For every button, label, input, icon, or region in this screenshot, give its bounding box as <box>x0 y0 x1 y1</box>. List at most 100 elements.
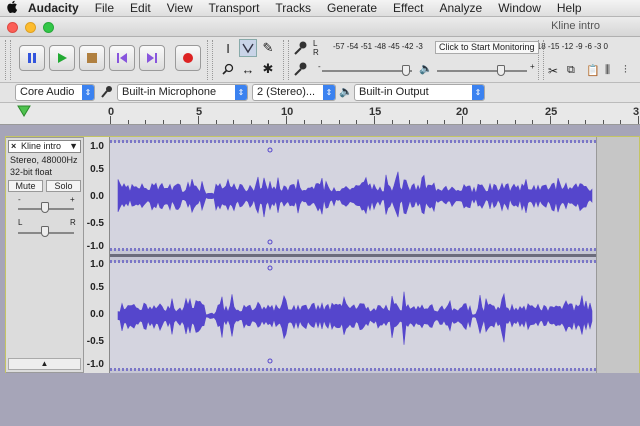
gain-plus-label: + <box>70 195 75 204</box>
amp-label-bottom-neg1: -1.0 <box>86 359 104 370</box>
waveform-area[interactable] <box>110 137 596 374</box>
right-channel[interactable] <box>110 257 596 374</box>
input-channels-select[interactable]: 2 (Stereo)... ⇕ <box>252 84 336 101</box>
playback-meter-icon[interactable] <box>293 61 309 80</box>
close-window-button[interactable] <box>7 22 18 33</box>
transport-toolbar-grip[interactable] <box>5 40 11 80</box>
chevron-updown-icon: ⇕ <box>82 85 94 100</box>
timeline-ruler[interactable]: 0 5 10 15 20 25 3 <box>0 103 640 125</box>
zoom-tool-icon[interactable] <box>219 60 237 78</box>
record-icon <box>183 53 193 63</box>
skip-to-end-button[interactable] <box>139 45 165 71</box>
playback-volume-plus: + <box>530 62 535 71</box>
chevron-updown-icon: ⇕ <box>235 85 247 100</box>
ruler-tick <box>303 120 305 124</box>
menu-analyze[interactable]: Analyze <box>432 1 491 15</box>
ruler-label-5: 5 <box>196 106 203 118</box>
menu-audacity[interactable]: Audacity <box>24 1 87 15</box>
menu-generate[interactable]: Generate <box>319 1 385 15</box>
minimize-window-button[interactable] <box>25 22 36 33</box>
skip-start-icon <box>117 53 127 63</box>
chevron-up-icon: ▲ <box>40 359 49 368</box>
audio-host-select[interactable]: Core Audio ⇕ <box>15 84 95 101</box>
stop-icon <box>87 53 97 63</box>
window-title-bar: Kline intro <box>0 17 640 37</box>
menu-transport[interactable]: Transport <box>201 1 268 15</box>
gain-minus-label: - <box>18 195 21 204</box>
envelope-point-bottom-right[interactable] <box>267 358 273 364</box>
menu-effect[interactable]: Effect <box>385 1 431 15</box>
play-button[interactable] <box>49 45 75 71</box>
ruler-tick <box>497 120 499 124</box>
toolbar-area: I ✎ ↔ ✱ L R -57 -54 -51 -48 -45 -42 -3 2… <box>0 37 640 83</box>
menu-edit[interactable]: Edit <box>122 1 159 15</box>
envelope-point-top[interactable] <box>267 147 273 153</box>
play-head-marker-icon[interactable] <box>17 105 31 120</box>
chevron-updown-icon: ⇕ <box>323 85 335 100</box>
output-device-select[interactable]: Built-in Output ⇕ <box>354 84 485 101</box>
empty-track-region[interactable] <box>596 137 640 373</box>
solo-button[interactable]: Solo <box>46 180 81 192</box>
track-format: Stereo, 48000Hz <box>10 155 78 165</box>
meter-toolbar-grip[interactable] <box>283 40 289 80</box>
gain-slider[interactable] <box>41 202 49 213</box>
record-button[interactable] <box>175 45 201 71</box>
skip-to-start-button[interactable] <box>109 45 135 71</box>
silence-icon[interactable]: ⫶ <box>624 64 627 77</box>
amp-label-top-neg0.5: -0.5 <box>86 218 104 229</box>
ruler-label-25: 25 <box>545 106 558 118</box>
ruler-label-0: 0 <box>108 106 115 118</box>
empty-tracks-background[interactable] <box>0 373 640 426</box>
input-device-select[interactable]: Built-in Microphone ⇕ <box>117 84 248 101</box>
track-menu-dropdown-icon[interactable]: ▼ <box>69 141 78 152</box>
zoom-window-button[interactable] <box>43 22 54 33</box>
copy-icon[interactable]: ⧉ <box>567 64 575 77</box>
envelope-tool-icon[interactable] <box>239 39 257 57</box>
ruler-tick <box>462 116 463 124</box>
selection-tool-icon[interactable]: I <box>219 39 237 57</box>
playback-volume-slider[interactable] <box>497 65 505 76</box>
ruler-tick <box>567 120 569 124</box>
paste-icon[interactable]: 📋 <box>586 64 600 77</box>
menu-help[interactable]: Help <box>549 1 590 15</box>
track-name-button[interactable]: × Kline intro ▼ <box>8 140 81 153</box>
record-meter-l-label: L <box>313 39 318 48</box>
ruler-tick <box>127 120 129 124</box>
edit-toolbar-grip[interactable] <box>538 40 544 80</box>
menu-view[interactable]: View <box>159 1 201 15</box>
ruler-tick <box>514 120 516 124</box>
audio-host-value: Core Audio <box>20 86 75 98</box>
record-meter-icon[interactable] <box>293 40 309 59</box>
play-icon <box>58 53 67 63</box>
ruler-tick <box>180 120 182 124</box>
stop-button[interactable] <box>79 45 105 71</box>
cut-icon[interactable]: ✂ <box>548 64 558 78</box>
envelope-point-top-right[interactable] <box>267 265 273 271</box>
amplitude-ruler[interactable]: 1.0 0.5 0.0 -0.5 -1.0 1.0 0.5 0.0 -0.5 -… <box>84 137 110 373</box>
ruler-tick <box>162 120 164 124</box>
collapse-track-button[interactable]: ▲ <box>8 358 81 370</box>
envelope-point-bottom[interactable] <box>267 239 273 245</box>
record-volume-slider[interactable] <box>402 65 410 76</box>
draw-tool-icon[interactable]: ✎ <box>259 39 277 57</box>
timeshift-tool-icon[interactable]: ↔ <box>239 60 257 78</box>
apple-logo-icon[interactable] <box>0 0 24 16</box>
monitoring-tooltip[interactable]: Click to Start Monitoring <box>435 41 539 54</box>
ruler-tick <box>233 120 235 124</box>
record-volume-minus: - <box>318 62 321 71</box>
mute-button[interactable]: Mute <box>8 180 43 192</box>
menu-file[interactable]: File <box>87 1 122 15</box>
left-channel[interactable] <box>110 137 596 254</box>
trim-icon[interactable]: ⫼ <box>605 64 610 77</box>
multi-tool-icon[interactable]: ✱ <box>259 60 277 78</box>
close-track-icon[interactable]: × <box>11 141 16 152</box>
menu-window[interactable]: Window <box>490 1 549 15</box>
pan-slider[interactable] <box>41 226 49 237</box>
pause-button[interactable] <box>19 45 45 71</box>
tools-toolbar-grip[interactable] <box>207 40 213 80</box>
ruler-tick <box>620 120 622 124</box>
menu-tracks[interactable]: Tracks <box>267 1 319 15</box>
record-volume-track <box>322 70 412 72</box>
menu-bar: Audacity File Edit View Transport Tracks… <box>0 0 640 17</box>
right-waveform <box>117 265 593 364</box>
